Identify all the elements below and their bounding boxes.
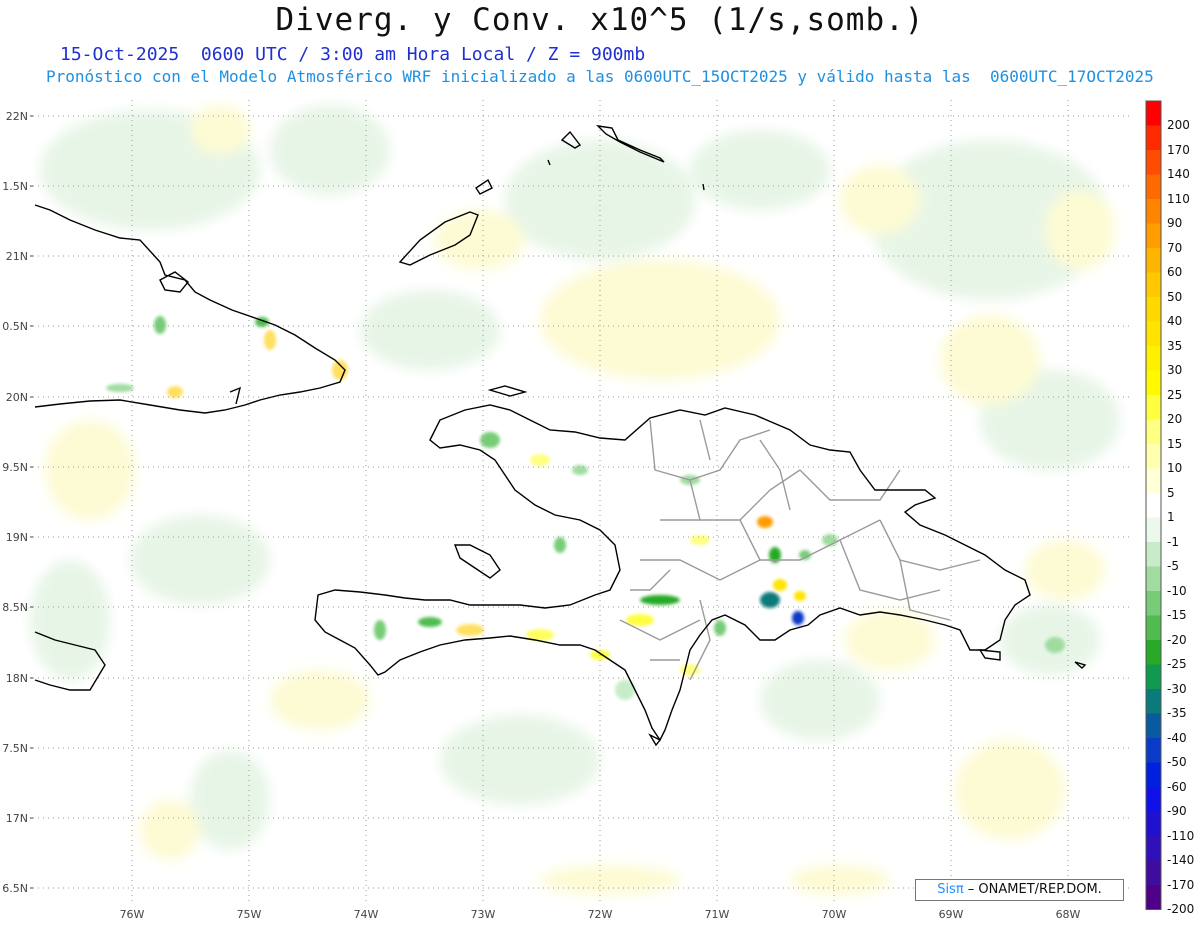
colorbar-label: -35 [1167, 706, 1187, 721]
colorbar-swatch-31 [1146, 860, 1161, 886]
colorbar-label: -40 [1167, 730, 1187, 745]
colorbar-label: -10 [1167, 583, 1187, 598]
lat-label-16-5n: 6.5N [2, 882, 28, 895]
colorbar-swatch-4 [1146, 199, 1161, 224]
colorbar-swatch-3 [1146, 174, 1161, 200]
lat-label-19-5n: 9.5N [2, 461, 28, 474]
colorbar-swatch-5 [1146, 223, 1161, 249]
colorbar-label: 110 [1167, 191, 1190, 206]
lon-label-75w: 75W [236, 908, 262, 921]
colorbar-label: -90 [1167, 804, 1187, 819]
colorbar-swatch-21 [1146, 615, 1161, 641]
lat-label-18n: 18N [5, 672, 28, 685]
lat-label-21-5n: 1.5N [2, 180, 28, 193]
colorbar-label: -200 [1167, 902, 1195, 917]
colorbar-swatch-18 [1146, 542, 1161, 567]
colorbar-swatch-15 [1146, 468, 1161, 494]
lat-label-22n: 22N [5, 110, 28, 123]
colorbar-swatch-16 [1146, 493, 1161, 518]
colorbar-label: 15 [1167, 436, 1183, 451]
colorbar-label: 25 [1167, 387, 1183, 402]
divergence-map [30, 100, 1162, 910]
colorbar-label: -50 [1167, 755, 1187, 770]
colorbar-swatch-8 [1146, 297, 1161, 322]
credit-text: – ONAMET/REP.DOM. [963, 882, 1102, 897]
colorbar-label: 70 [1167, 240, 1183, 255]
credit-brand: Sisπ [937, 882, 964, 897]
lat-label-17-5n: 7.5N [2, 742, 28, 755]
lon-label-68w: 68W [1055, 908, 1081, 921]
lat-label-17n: 17N [5, 812, 28, 825]
colorbar [1145, 100, 1162, 910]
colorbar-label: -25 [1167, 657, 1187, 672]
colorbar-swatch-23 [1146, 664, 1161, 690]
credit-box: Sisπ – ONAMET/REP.DOM. [915, 879, 1124, 901]
colorbar-swatch-2 [1146, 150, 1161, 175]
colorbar-swatch-27 [1146, 762, 1161, 788]
colorbar-swatch-29 [1146, 811, 1161, 837]
colorbar-label: 170 [1167, 142, 1190, 157]
colorbar-label: 30 [1167, 363, 1183, 378]
lat-label-21n: 21N [5, 250, 28, 263]
lon-label-69w: 69W [938, 908, 964, 921]
colorbar-label: -110 [1167, 828, 1195, 843]
lon-label-72w: 72W [587, 908, 613, 921]
colorbar-swatch-13 [1146, 419, 1161, 445]
colorbar-label: 90 [1167, 216, 1183, 231]
colorbar-swatch-24 [1146, 689, 1161, 714]
lat-label-20-5n: 0.5N [2, 320, 28, 333]
colorbar-label: -30 [1167, 681, 1187, 696]
lat-label-18-5n: 8.5N [2, 601, 28, 614]
colorbar-label: 200 [1167, 118, 1190, 133]
colorbar-swatch-19 [1146, 566, 1161, 592]
colorbar-label: -15 [1167, 608, 1187, 623]
colorbar-label: 40 [1167, 314, 1183, 329]
colorbar-swatch-14 [1146, 444, 1161, 469]
lon-label-76w: 76W [119, 908, 145, 921]
lat-label-20n: 20N [5, 391, 28, 404]
colorbar-swatch-11 [1146, 370, 1161, 396]
colorbar-label: -1 [1167, 534, 1179, 549]
colorbar-label: -140 [1167, 853, 1195, 868]
colorbar-label: 50 [1167, 289, 1183, 304]
colorbar-label: -170 [1167, 877, 1195, 892]
colorbar-swatch-25 [1146, 713, 1161, 739]
colorbar-swatch-22 [1146, 640, 1161, 665]
colorbar-swatch-7 [1146, 272, 1161, 298]
colorbar-swatch-28 [1146, 787, 1161, 812]
colorbar-swatch-10 [1146, 346, 1161, 371]
colorbar-swatch-0 [1146, 101, 1161, 126]
colorbar-label: -60 [1167, 779, 1187, 794]
colorbar-swatch-9 [1146, 321, 1161, 347]
colorbar-label: -5 [1167, 559, 1179, 574]
colorbar-label: 20 [1167, 412, 1183, 427]
colorbar-label: 35 [1167, 338, 1183, 353]
colorbar-label: -20 [1167, 632, 1187, 647]
colorbar-swatch-20 [1146, 591, 1161, 616]
colorbar-swatch-6 [1146, 248, 1161, 273]
colorbar-swatch-17 [1146, 517, 1161, 543]
lon-label-73w: 73W [470, 908, 496, 921]
colorbar-label: 140 [1167, 167, 1190, 182]
colorbar-label: 60 [1167, 265, 1183, 280]
colorbar-swatch-30 [1146, 836, 1161, 861]
colorbar-label: 5 [1167, 485, 1175, 500]
colorbar-swatch-26 [1146, 738, 1161, 763]
lon-label-70w: 70W [821, 908, 847, 921]
axis-ticks [30, 115, 33, 889]
lat-label-19n: 19N [5, 531, 28, 544]
lon-label-74w: 74W [353, 908, 379, 921]
colorbar-swatch-32 [1146, 885, 1161, 910]
colorbar-label: 10 [1167, 461, 1183, 476]
colorbar-label: 1 [1167, 510, 1175, 525]
lon-label-71w: 71W [704, 908, 730, 921]
colorbar-swatch-1 [1146, 125, 1161, 151]
colorbar-swatch-12 [1146, 395, 1161, 420]
